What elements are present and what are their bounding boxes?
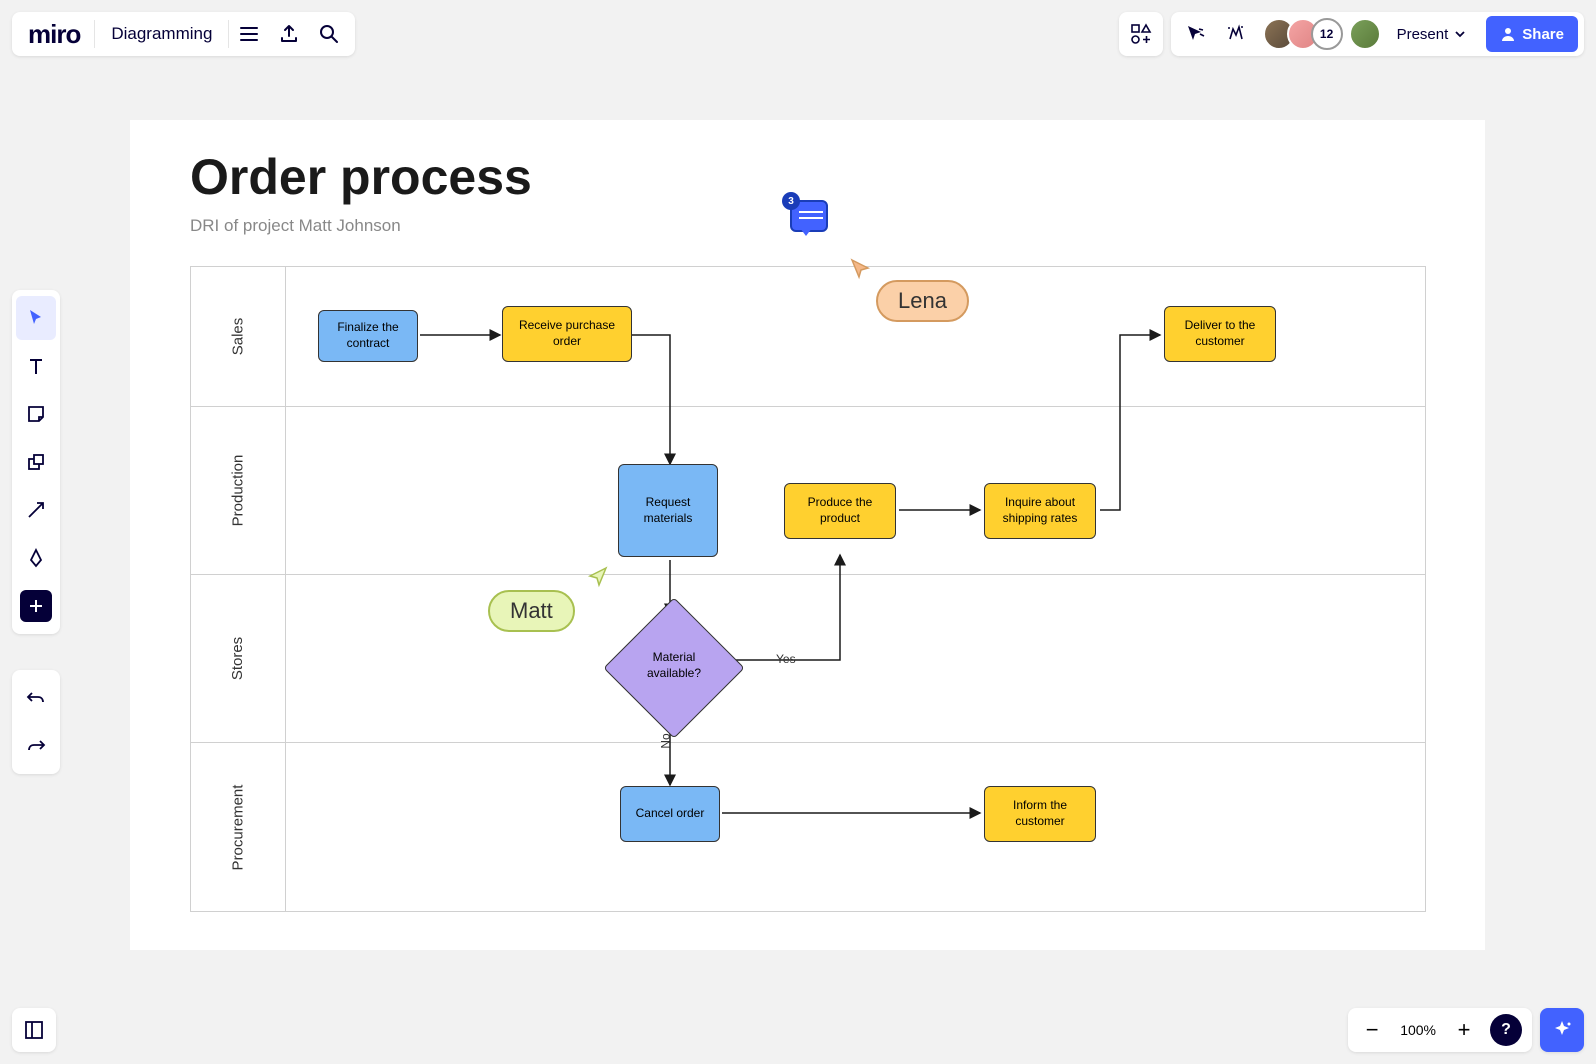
cursor-pointer-icon <box>584 566 608 590</box>
add-tool[interactable] <box>20 590 52 622</box>
node-produce[interactable]: Produce the product <box>784 483 896 539</box>
lane-label: Sales <box>230 318 247 356</box>
lane-label: Procurement <box>230 784 247 870</box>
share-label: Share <box>1522 26 1564 43</box>
node-cancel[interactable]: Cancel order <box>620 786 720 842</box>
help-button[interactable]: ? <box>1490 1014 1522 1046</box>
cursor-bubble-lena: Lena <box>876 280 969 322</box>
redo-button[interactable] <box>16 724 56 768</box>
left-toolbar <box>12 290 60 634</box>
canvas[interactable]: Order process DRI of project Matt Johnso… <box>130 120 1485 950</box>
avatar-count[interactable]: 12 <box>1311 18 1343 50</box>
undo-panel <box>12 670 60 774</box>
reactions-icon[interactable] <box>1217 16 1253 52</box>
node-deliver[interactable]: Deliver to the customer <box>1164 306 1276 362</box>
node-inform[interactable]: Inform the customer <box>984 786 1096 842</box>
comment-count: 3 <box>782 192 800 210</box>
apps-icon[interactable] <box>1119 12 1163 56</box>
lane-label: Production <box>230 455 247 527</box>
zoom-percent[interactable]: 100% <box>1394 1022 1442 1038</box>
bottom-right-controls: − 100% + ? <box>1348 1008 1584 1052</box>
cursor-pointer-icon <box>850 258 874 282</box>
lane-label: Stores <box>229 637 246 680</box>
swimlane-grid[interactable]: Sales Production Stores Procurement <box>190 266 1426 912</box>
cursor-bubble-matt: Matt <box>488 590 575 632</box>
share-button[interactable]: Share <box>1486 16 1578 52</box>
text-tool[interactable] <box>16 344 56 388</box>
board-name[interactable]: Diagramming <box>95 24 228 44</box>
zoom-panel: − 100% + ? <box>1348 1008 1532 1052</box>
chevron-down-icon <box>1454 28 1466 40</box>
arrow-tool[interactable] <box>16 488 56 532</box>
comment-badge[interactable]: 3 <box>790 200 828 232</box>
edge-label-yes: Yes <box>776 652 796 666</box>
select-tool[interactable] <box>16 296 56 340</box>
person-icon <box>1500 26 1516 42</box>
frames-panel-button[interactable] <box>12 1008 56 1052</box>
undo-button[interactable] <box>16 676 56 720</box>
collaboration-panel: 12 Present Share <box>1171 12 1584 56</box>
lane-stores[interactable]: Stores <box>191 575 1425 743</box>
node-receive[interactable]: Receive purchase order <box>502 306 632 362</box>
header-box: miro Diagramming <box>12 12 355 56</box>
avatars[interactable]: 12 <box>1263 18 1381 50</box>
canvas-title[interactable]: Order process <box>190 148 532 206</box>
node-request[interactable]: Request materials <box>618 464 718 557</box>
avatar[interactable] <box>1349 18 1381 50</box>
export-icon[interactable] <box>269 14 309 54</box>
canvas-subtitle[interactable]: DRI of project Matt Johnson <box>190 216 401 236</box>
miro-logo[interactable]: miro <box>18 19 94 50</box>
node-finalize[interactable]: Finalize the contract <box>318 310 418 362</box>
present-button[interactable]: Present <box>1385 16 1479 52</box>
node-inquire[interactable]: Inquire about shipping rates <box>984 483 1096 539</box>
lane-procurement[interactable]: Procurement <box>191 743 1425 911</box>
present-label: Present <box>1397 26 1449 43</box>
hamburger-icon[interactable] <box>229 14 269 54</box>
top-right-controls: 12 Present Share <box>1119 12 1584 56</box>
node-decision-label: Material available? <box>624 650 724 681</box>
zoom-in-button[interactable]: + <box>1446 1012 1482 1048</box>
zoom-out-button[interactable]: − <box>1354 1012 1390 1048</box>
sticky-note-tool[interactable] <box>16 392 56 436</box>
shapes-tool[interactable] <box>16 440 56 484</box>
search-icon[interactable] <box>309 14 349 54</box>
edge-label-no: No <box>659 733 673 748</box>
ai-button[interactable] <box>1540 1008 1584 1052</box>
pen-tool[interactable] <box>16 536 56 580</box>
cursor-mode-icon[interactable] <box>1177 16 1213 52</box>
